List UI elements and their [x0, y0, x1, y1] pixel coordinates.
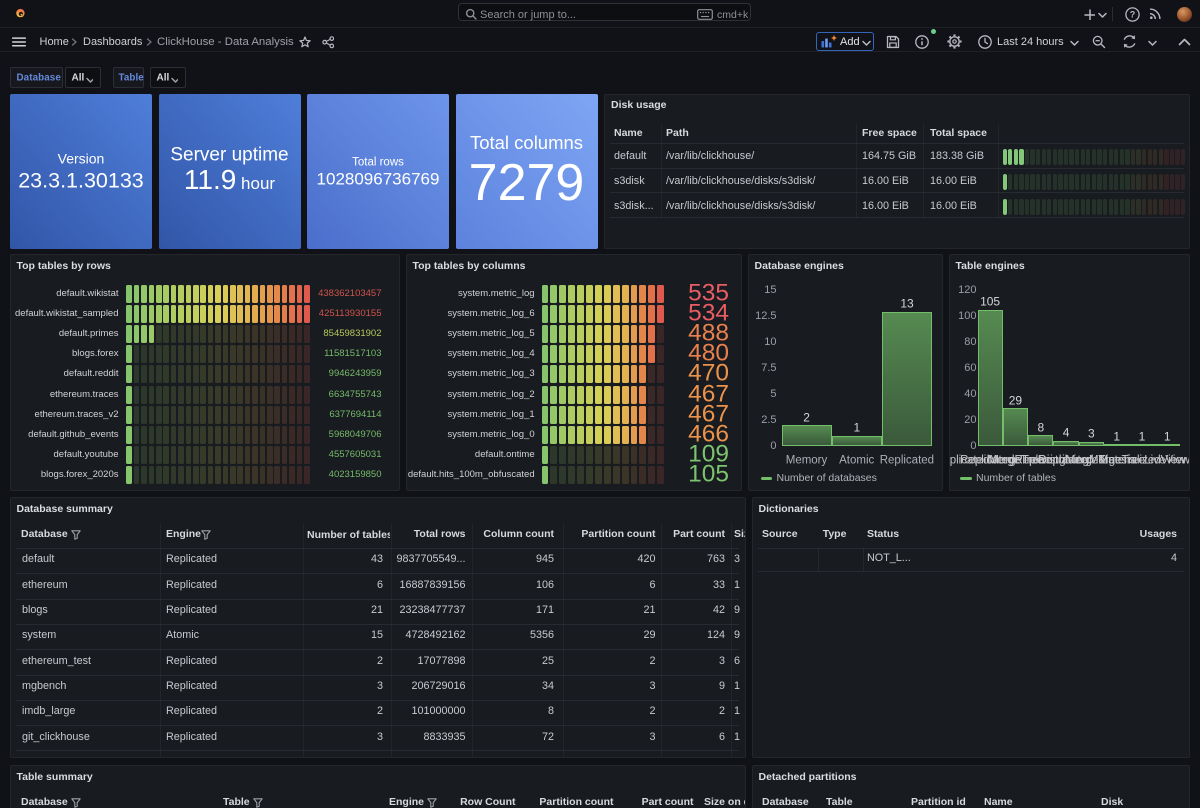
svg-text:?: ?	[1130, 10, 1136, 20]
